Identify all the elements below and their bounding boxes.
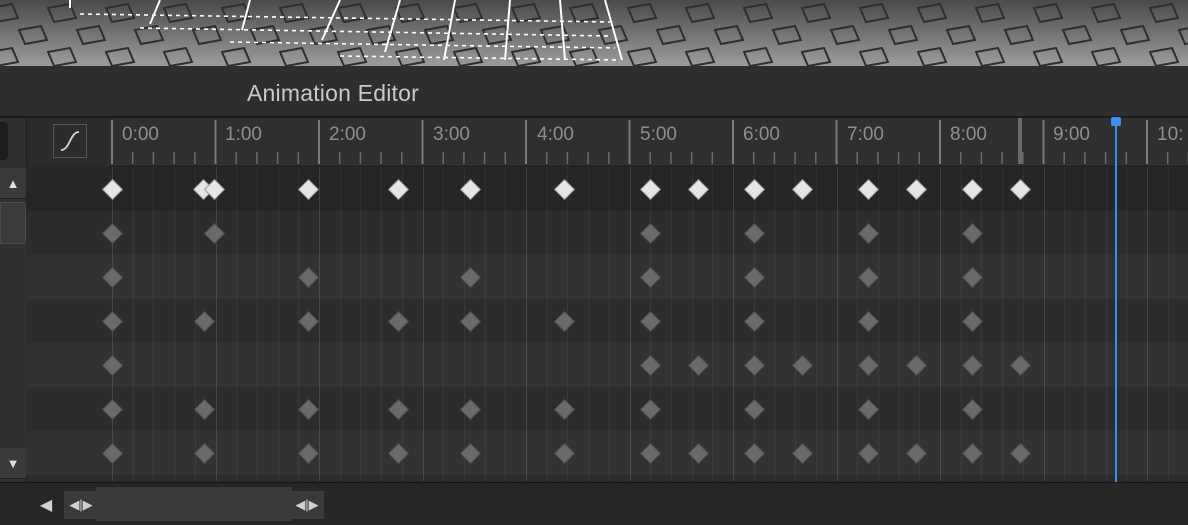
grid-line xyxy=(1167,167,1169,481)
viewport-3d xyxy=(0,0,1188,67)
ruler-label-5: 5:00 xyxy=(640,124,677,145)
grid-line xyxy=(1064,167,1066,481)
track-row[interactable] xyxy=(26,255,1188,299)
grid-line xyxy=(774,167,776,481)
grid-line xyxy=(443,167,445,481)
grid-line xyxy=(898,167,900,481)
step-back-icon: ◀ xyxy=(39,497,53,514)
grid-line xyxy=(919,167,921,481)
grid-line xyxy=(298,167,300,481)
step-back-button[interactable]: ◀ xyxy=(36,491,56,519)
ruler-label-6: 6:00 xyxy=(743,124,780,145)
track-row[interactable] xyxy=(26,211,1188,255)
keyframe-track-area[interactable] xyxy=(26,167,1188,481)
grid-line xyxy=(712,167,714,481)
ruler-label-7: 7:00 xyxy=(847,124,884,145)
grid-line xyxy=(422,167,424,481)
grid-line xyxy=(1022,167,1024,481)
grid-line xyxy=(1126,167,1128,481)
grid-line xyxy=(236,167,238,481)
viewport-scene xyxy=(0,0,1188,66)
editor-title-bar: Animation Editor xyxy=(0,66,1188,118)
scroll-up-icon: ▲ xyxy=(6,175,20,191)
grid-line xyxy=(360,167,362,481)
grid-line xyxy=(857,167,859,481)
curve-editor-button[interactable] xyxy=(53,124,87,158)
grid-line xyxy=(1147,167,1148,481)
grid-line xyxy=(1043,167,1045,481)
grid-line xyxy=(546,167,548,481)
ruler-label-1: 1:00 xyxy=(225,124,262,145)
grid-line xyxy=(526,167,527,481)
grid-line xyxy=(836,167,838,481)
animation-end-marker[interactable] xyxy=(1018,118,1022,164)
grid-line xyxy=(1002,167,1004,481)
vertical-scrollbar-thumb[interactable] xyxy=(0,202,26,244)
grid-line xyxy=(484,167,486,481)
scroll-up-button[interactable]: ▲ xyxy=(0,168,26,199)
playhead-handle[interactable] xyxy=(1111,117,1121,126)
grid-line xyxy=(153,167,155,481)
ruler-label-10: 10: xyxy=(1157,124,1184,145)
grid-line xyxy=(505,167,507,481)
ruler-label-0: 0:00 xyxy=(122,124,159,145)
grid-line xyxy=(670,167,672,481)
ruler-label-9: 9:00 xyxy=(1053,124,1090,145)
ruler-label-3: 3:00 xyxy=(433,124,470,145)
grid-line xyxy=(608,167,610,481)
grid-line xyxy=(981,167,983,481)
grid-line xyxy=(940,167,941,481)
playhead-line[interactable] xyxy=(1115,118,1117,482)
grid-line xyxy=(194,167,196,481)
scroll-down-icon: ▼ xyxy=(6,455,20,471)
editor-title: Animation Editor xyxy=(247,80,419,106)
grid-line xyxy=(629,167,631,481)
timeline-horizontal-scrollbar: ◀ ◀|▶ ◀|▶ xyxy=(0,482,1188,525)
grid-line xyxy=(174,167,176,481)
scroll-down-button[interactable]: ▼ xyxy=(0,448,26,479)
track-panel-tab[interactable] xyxy=(0,122,8,160)
grid-line xyxy=(733,167,734,481)
grid-line xyxy=(339,167,341,481)
range-handle-left-icon: ◀|▶ xyxy=(69,497,93,512)
range-handle-left[interactable]: ◀|▶ xyxy=(64,491,98,519)
grid-line xyxy=(795,167,797,481)
ruler-label-8: 8:00 xyxy=(950,124,987,145)
grid-line xyxy=(1105,167,1107,481)
grid-line xyxy=(381,167,383,481)
curve-icon xyxy=(60,131,80,151)
ruler-label-2: 2:00 xyxy=(329,124,366,145)
grid-line xyxy=(877,167,879,481)
range-handle-right[interactable]: ◀|▶ xyxy=(290,491,324,519)
grid-line xyxy=(588,167,590,481)
grid-line xyxy=(319,167,320,481)
grid-line xyxy=(215,167,217,481)
grid-line xyxy=(256,167,258,481)
track-list-panel: ▲ ▼ xyxy=(0,118,27,482)
ruler-label-4: 4:00 xyxy=(537,124,574,145)
grid-line xyxy=(1084,167,1086,481)
grid-line xyxy=(691,167,693,481)
grid-line xyxy=(815,167,817,481)
horizontal-scrollbar-thumb[interactable] xyxy=(96,487,292,521)
timeline-ruler[interactable]: 0:00 1:00 2:00 3:00 4:00 5:00 6:00 7:00 … xyxy=(108,118,1188,167)
grid-line xyxy=(132,167,134,481)
grid-line xyxy=(960,167,962,481)
range-handle-right-icon: ◀|▶ xyxy=(295,497,319,512)
grid-line xyxy=(277,167,279,481)
